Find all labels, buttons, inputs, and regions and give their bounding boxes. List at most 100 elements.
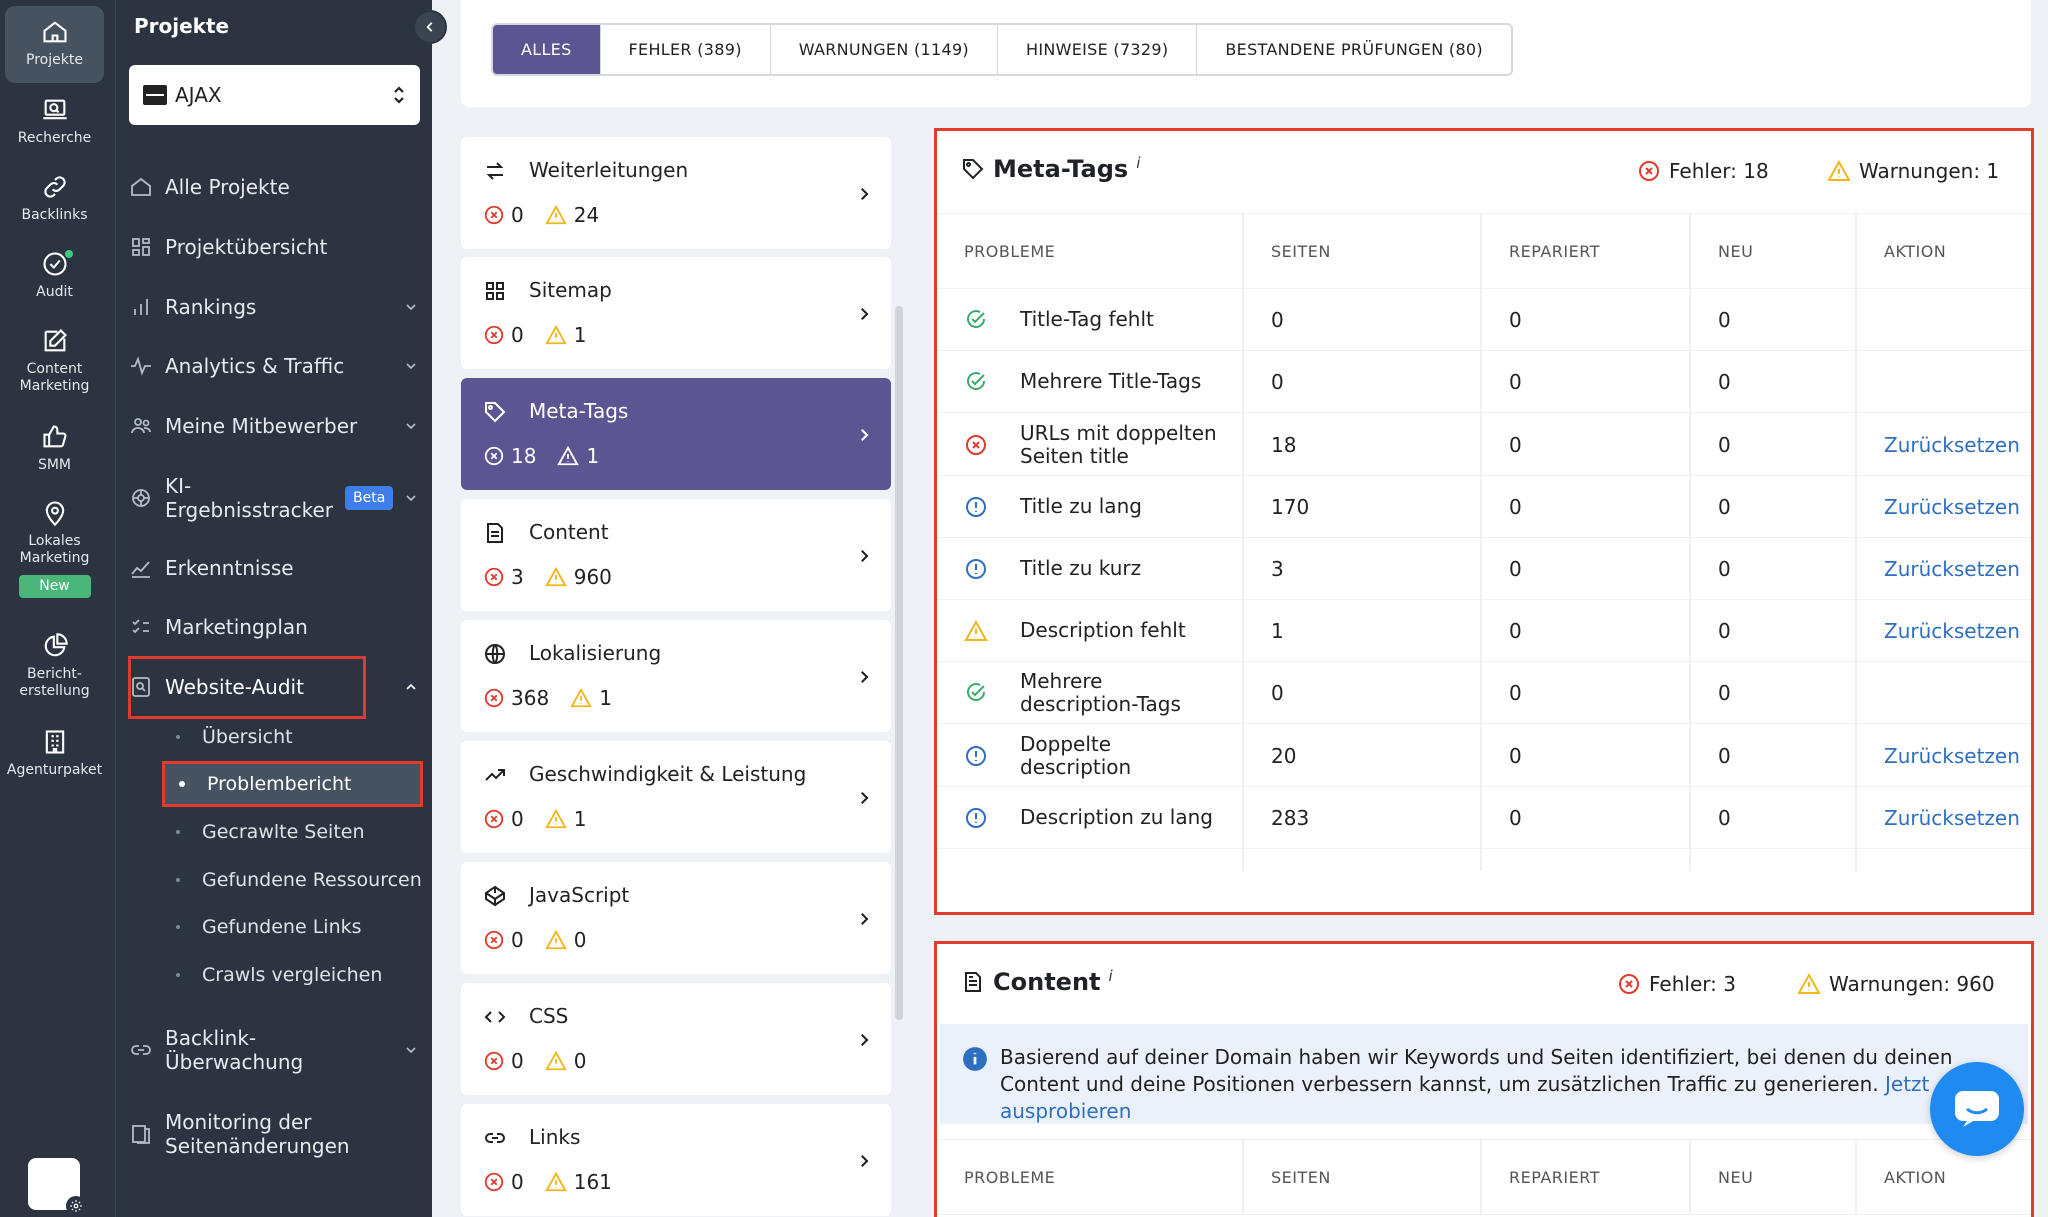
nav-alle-projekte[interactable]: Alle Projekte (129, 175, 419, 199)
table-row: Mehrere Title-Tags 0 0 0 (937, 351, 2031, 413)
warning-count: 24 (573, 203, 600, 227)
error-count: 0 (511, 807, 524, 831)
pages-count: 283 (1271, 805, 1310, 830)
rail-item-lokales-marketing[interactable]: Lokales Marketing New (5, 499, 104, 598)
fixed-count: 0 (1509, 432, 1522, 457)
category-card-content[interactable]: Content 3 960 (461, 499, 891, 611)
nav-marketingplan[interactable]: Marketingplan (129, 615, 419, 639)
info-text: Basierend auf deiner Domain haben wir Ke… (1000, 1045, 1953, 1096)
table-row: Description zu lang 283 0 0 Zurücksetzen (937, 787, 2031, 849)
nav-ki-ergebnisstracker[interactable]: KI- Ergebnisstracker Beta (129, 474, 419, 522)
updown-chevron-icon (392, 84, 406, 106)
error-icon (483, 204, 505, 226)
collapse-sidebar-button[interactable] (413, 10, 447, 44)
problem-name: Mehrere description-Tags (1020, 668, 1181, 716)
user-avatar[interactable] (28, 1158, 86, 1216)
reset-link[interactable]: Zurücksetzen (1884, 538, 2020, 599)
category-scrollbar[interactable] (895, 306, 903, 1020)
panel-title: Content i (961, 967, 1113, 996)
new-count: 0 (1718, 805, 1731, 830)
rail-item-recherche[interactable]: Recherche (5, 96, 104, 147)
nav-rankings[interactable]: Rankings (129, 295, 419, 319)
check-circle-icon (964, 681, 988, 705)
error-count: 0 (511, 928, 524, 952)
project-selector[interactable]: AJAX (129, 65, 420, 125)
error-icon (483, 929, 505, 951)
nav-erkenntnisse[interactable]: Erkenntnisse (129, 556, 419, 580)
table-header: PROBLEME SEITEN REPARIERT NEU AKTION (937, 1139, 2031, 1215)
fixed-count: 0 (1509, 494, 1522, 519)
warning-count: 1 (573, 323, 587, 347)
error-icon (483, 324, 505, 346)
nav-website-audit[interactable]: Website-Audit (129, 675, 419, 699)
rail-item-audit[interactable]: Audit (5, 250, 104, 301)
rail-item-smm[interactable]: SMM (5, 423, 104, 474)
subnav-gecrawlte-seiten[interactable]: Gecrawlte Seiten (176, 821, 365, 843)
problem-name: Title zu kurz (1020, 556, 1142, 580)
subnav-problembericht[interactable]: Problembericht (162, 761, 423, 807)
info-tooltip-icon[interactable]: i (1136, 154, 1140, 172)
reset-link[interactable]: Zurücksetzen (1884, 476, 2020, 537)
pages-count: 170 (1271, 494, 1310, 519)
category-card-geschwindigkeit-leistung[interactable]: Geschwindigkeit & Leistung 0 1 (461, 741, 891, 853)
tab-fehler[interactable]: FEHLER (389) (601, 25, 771, 74)
error-icon (964, 433, 988, 457)
problem-name: Title-Tag fehlt (1020, 307, 1154, 331)
nav-backlink-ueberwachung[interactable]: Backlink- Überwachung (129, 1026, 419, 1074)
category-card-weiterleitungen[interactable]: Weiterleitungen 0 24 (461, 137, 891, 249)
error-icon (483, 1050, 505, 1072)
rail-item-projekte[interactable]: Projekte (5, 6, 104, 83)
category-card-meta-tags[interactable]: Meta-Tags 18 1 (461, 378, 891, 490)
error-icon (1617, 972, 1641, 996)
map-pin-icon (41, 499, 69, 527)
nav-projektuebersicht[interactable]: Projektübersicht (129, 235, 419, 259)
table-row: Title zu lang 170 0 0 Zurücksetzen (937, 476, 2031, 538)
info-tooltip-icon[interactable]: i (1109, 967, 1113, 985)
error-count: 0 (511, 1170, 524, 1194)
rail-item-content-marketing[interactable]: Content Marketing (5, 327, 104, 395)
warning-icon (544, 929, 568, 951)
document-icon (483, 521, 507, 545)
chevron-down-icon (403, 490, 419, 506)
new-count: 0 (1718, 680, 1731, 705)
nav-monitoring-seitenaenderungen[interactable]: Monitoring der Seitenänderungen (129, 1110, 419, 1158)
subnav-uebersicht[interactable]: Übersicht (176, 726, 293, 748)
rail-item-agenturpaket[interactable]: Agenturpaket (5, 728, 104, 779)
tab-hinweise[interactable]: HINWEISE (7329) (998, 25, 1198, 74)
icon-rail: Projekte Recherche Backlinks Audit Conte… (0, 0, 115, 1217)
tab-alles[interactable]: ALLES (493, 25, 601, 74)
category-card-sitemap[interactable]: Sitemap 0 1 (461, 257, 891, 369)
pulse-icon (129, 354, 153, 378)
reset-link[interactable]: Zurücksetzen (1884, 787, 2020, 848)
subnav-gefundene-links[interactable]: Gefundene Links (176, 916, 362, 938)
pie-chart-icon (41, 632, 69, 660)
nav-analytics-traffic[interactable]: Analytics & Traffic (129, 354, 419, 378)
new-badge: New (18, 575, 91, 598)
reset-link[interactable]: Zurücksetzen (1884, 600, 2020, 661)
rail-item-berichterstellung[interactable]: Bericht-erstellung (5, 632, 104, 700)
warning-count: 161 (573, 1170, 612, 1194)
category-card-links[interactable]: Links 0 161 (461, 1104, 891, 1216)
category-name: Meta-Tags (529, 399, 629, 423)
fixed-count: 0 (1509, 307, 1522, 332)
error-count: 0 (511, 323, 524, 347)
nav-meine-mitbewerber[interactable]: Meine Mitbewerber (129, 414, 419, 438)
checklist-icon (129, 615, 153, 639)
link-icon (483, 1126, 507, 1150)
warning-icon (544, 1171, 568, 1193)
tab-warnungen[interactable]: WARNUNGEN (1149) (771, 25, 998, 74)
gear-icon[interactable] (66, 1196, 86, 1216)
reset-link[interactable]: Zurücksetzen (1884, 414, 2020, 475)
link-icon (41, 173, 69, 201)
subnav-crawls-vergleichen[interactable]: Crawls vergleichen (176, 964, 382, 986)
globe-icon (483, 642, 507, 666)
tab-bestandene-pruefungen[interactable]: BESTANDENE PRÜFUNGEN (80) (1197, 25, 1511, 74)
rail-item-backlinks[interactable]: Backlinks (5, 173, 104, 224)
chevron-down-icon (403, 418, 419, 434)
category-card-javascript[interactable]: JavaScript 0 0 (461, 862, 891, 974)
category-card-css[interactable]: CSS 0 0 (461, 983, 891, 1095)
reset-link[interactable]: Zurücksetzen (1884, 725, 2020, 786)
category-card-lokalisierung[interactable]: Lokalisierung 368 1 (461, 620, 891, 732)
subnav-gefundene-ressourcen[interactable]: Gefundene Ressourcen (176, 869, 422, 891)
chat-button[interactable] (1930, 1062, 2024, 1156)
